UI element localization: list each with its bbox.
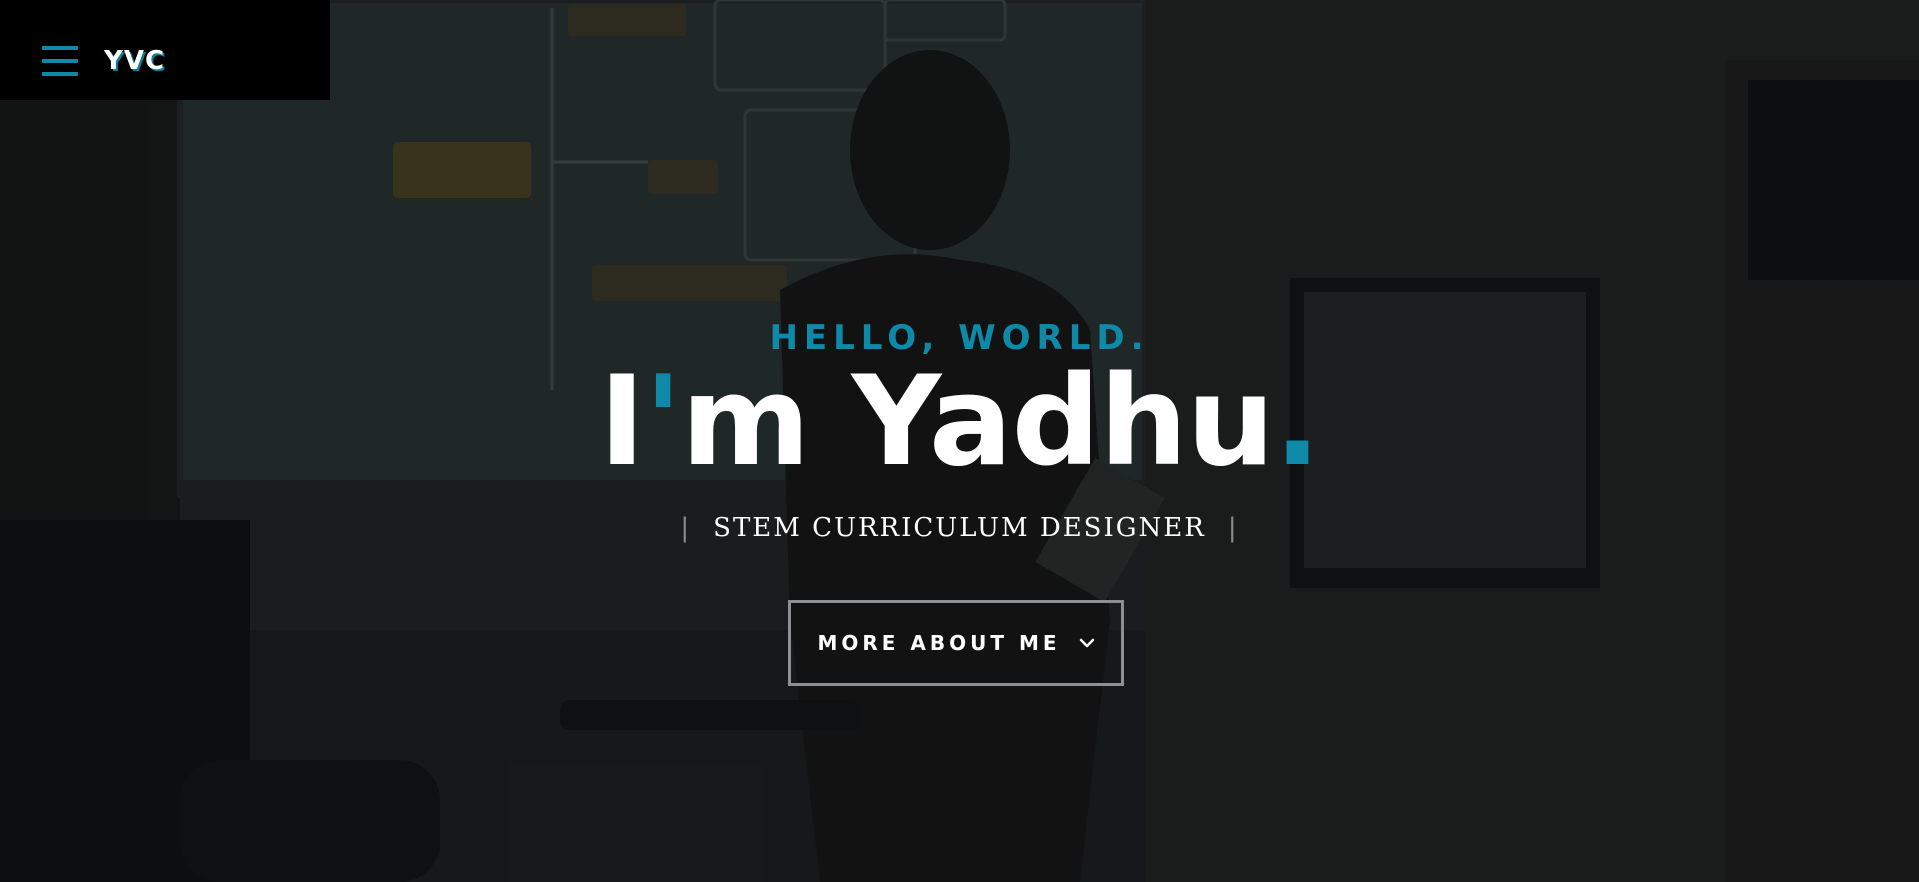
- chevron-down-icon: [1079, 638, 1094, 648]
- menu-bar-middle: [42, 59, 78, 63]
- site-header: YVC: [0, 0, 330, 100]
- menu-bar-bottom: [42, 72, 78, 76]
- name-apostrophe: ': [644, 350, 682, 494]
- name-main: m Yadhu: [681, 350, 1275, 494]
- hero-role: | STEM CURRICULUM DESIGNER |: [0, 510, 1919, 546]
- role-title: STEM CURRICULUM DESIGNER: [713, 513, 1206, 543]
- hero-name-heading: I'm Yadhu.: [0, 352, 1919, 492]
- more-about-me-label: MORE ABOUT ME: [817, 631, 1061, 655]
- name-first-letter: I: [599, 350, 645, 494]
- more-about-me-button[interactable]: MORE ABOUT ME: [788, 600, 1124, 686]
- hamburger-menu-icon[interactable]: [42, 46, 78, 76]
- role-separator-right: |: [1227, 513, 1239, 543]
- role-separator-left: |: [680, 513, 692, 543]
- site-logo[interactable]: YVC: [104, 45, 165, 77]
- name-dot: .: [1273, 350, 1321, 494]
- menu-bar-top: [42, 46, 78, 50]
- hero-section: YVC HELLO, WORLD. I'm Yadhu. | STEM CURRI…: [0, 0, 1919, 882]
